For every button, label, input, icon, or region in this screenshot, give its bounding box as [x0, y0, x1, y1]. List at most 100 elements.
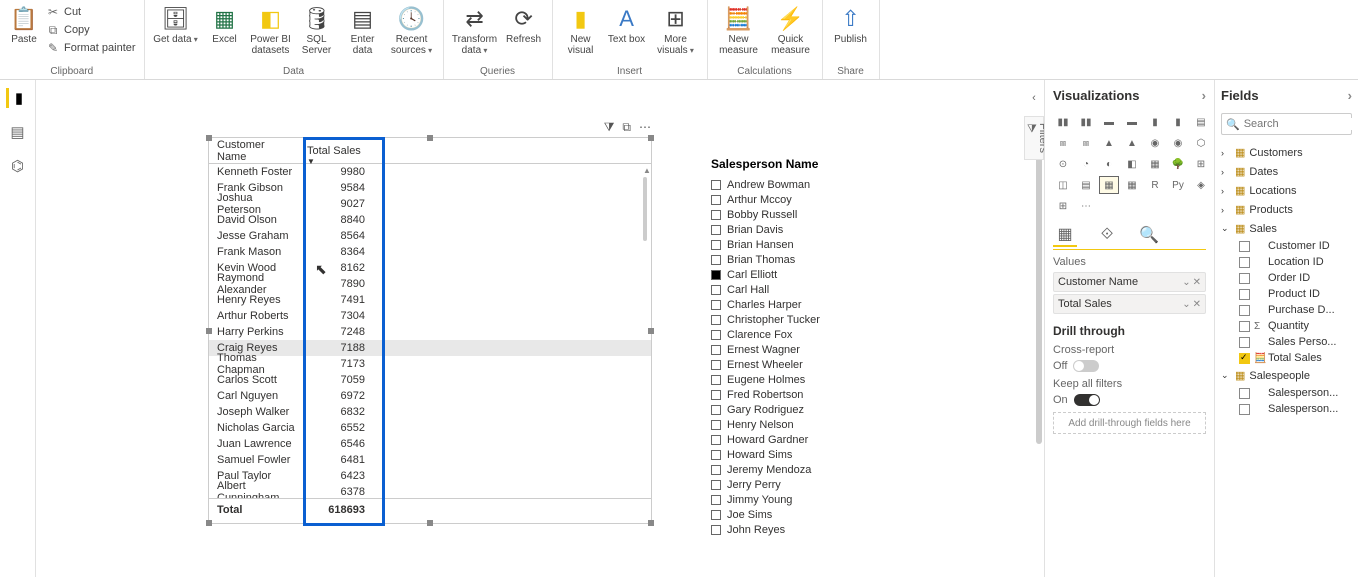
- field-node[interactable]: 🧮Total Sales: [1221, 350, 1352, 366]
- resize-handle[interactable]: [648, 520, 654, 526]
- viz-type-icon[interactable]: ▦: [1145, 155, 1165, 173]
- search-input[interactable]: [1244, 118, 1358, 130]
- viz-type-icon[interactable]: ⊙: [1053, 155, 1073, 173]
- viz-type-icon[interactable]: ▦: [1099, 176, 1119, 194]
- format-painter-button[interactable]: ✎Format painter: [44, 40, 138, 56]
- slicer-item[interactable]: Carl Hall: [711, 282, 911, 297]
- slicer-item[interactable]: Jerry Perry: [711, 477, 911, 492]
- checkbox-icon[interactable]: [711, 525, 721, 535]
- field-node[interactable]: Product ID: [1221, 286, 1352, 302]
- format-tab-icon[interactable]: ⟐: [1095, 223, 1119, 247]
- checkbox-icon[interactable]: [711, 435, 721, 445]
- copy-button[interactable]: ⧉Copy: [44, 22, 138, 38]
- viz-type-icon[interactable]: ◈: [1191, 176, 1211, 194]
- text-box-button[interactable]: AText box: [605, 2, 649, 47]
- slicer-item[interactable]: Charles Harper: [711, 297, 911, 312]
- scrollbar[interactable]: ▲: [643, 166, 649, 499]
- slicer-item[interactable]: Ernest Wagner: [711, 342, 911, 357]
- checkbox-icon[interactable]: [711, 285, 721, 295]
- resize-handle[interactable]: [427, 520, 433, 526]
- quick-measure-button[interactable]: ⚡Quick measure: [766, 2, 816, 58]
- table-node[interactable]: ›▦Dates: [1221, 162, 1352, 181]
- model-view-icon[interactable]: ⌬: [8, 156, 28, 176]
- viz-type-icon[interactable]: ▬: [1122, 113, 1142, 131]
- field-checkbox[interactable]: [1239, 305, 1250, 316]
- table-row[interactable]: Albert Cunningham6378: [209, 484, 651, 498]
- table-node[interactable]: ⌄▦Salespeople: [1221, 366, 1352, 385]
- more-visuals-button[interactable]: ⊞More visuals ▾: [651, 2, 701, 58]
- more-options-icon[interactable]: ⋯: [639, 120, 651, 135]
- drill-through-dropzone[interactable]: Add drill-through fields here: [1053, 412, 1206, 434]
- checkbox-icon[interactable]: [711, 315, 721, 325]
- checkbox-icon[interactable]: [711, 390, 721, 400]
- remove-icon[interactable]: ✕: [1193, 277, 1201, 288]
- checkbox-icon[interactable]: [711, 195, 721, 205]
- slicer-item[interactable]: Carl Elliott: [711, 267, 911, 282]
- checkbox-icon[interactable]: [711, 510, 721, 520]
- sql-button[interactable]: 🛢SQL Server: [295, 2, 339, 58]
- field-node[interactable]: Sales Perso...: [1221, 334, 1352, 350]
- table-row[interactable]: Carl Nguyen6972: [209, 388, 651, 404]
- field-node[interactable]: Salesperson...: [1221, 385, 1352, 401]
- viz-type-icon[interactable]: R: [1145, 176, 1165, 194]
- table-row[interactable]: Juan Lawrence6546: [209, 436, 651, 452]
- report-canvas[interactable]: ⧩ ⧉ ⋯ Customer Name Total Sales▼ Kenneth…: [36, 80, 1044, 577]
- field-checkbox[interactable]: [1239, 353, 1250, 364]
- table-row[interactable]: Kenneth Foster9980: [209, 164, 651, 180]
- checkbox-icon[interactable]: [711, 210, 721, 220]
- field-checkbox[interactable]: [1239, 404, 1250, 415]
- viz-type-icon[interactable]: ▮▮: [1076, 113, 1096, 131]
- field-node[interactable]: Salesperson...: [1221, 401, 1352, 417]
- field-checkbox[interactable]: [1239, 321, 1250, 332]
- slicer-item[interactable]: Eugene Holmes: [711, 372, 911, 387]
- report-view-icon[interactable]: ▮: [6, 88, 26, 108]
- table-visual[interactable]: ⧩ ⧉ ⋯ Customer Name Total Sales▼ Kenneth…: [208, 137, 652, 524]
- field-well-total-sales[interactable]: Total Sales⌄✕: [1053, 294, 1206, 314]
- viz-type-icon[interactable]: Py: [1168, 176, 1188, 194]
- slicer-item[interactable]: Clarence Fox: [711, 327, 911, 342]
- chevron-right-icon[interactable]: ›: [1202, 88, 1206, 103]
- table-row[interactable]: Arthur Roberts7304: [209, 308, 651, 324]
- field-well-customer[interactable]: Customer Name⌄✕: [1053, 272, 1206, 292]
- viz-type-icon[interactable]: ▬: [1099, 113, 1119, 131]
- slicer-item[interactable]: Joe Sims: [711, 507, 911, 522]
- slicer-item[interactable]: Jeremy Mendoza: [711, 462, 911, 477]
- checkbox-icon[interactable]: [711, 375, 721, 385]
- analytics-tab-icon[interactable]: 🔍: [1137, 223, 1161, 247]
- resize-handle[interactable]: [206, 520, 212, 526]
- table-node[interactable]: ›▦Customers: [1221, 143, 1352, 162]
- pbi-datasets-button[interactable]: ◧Power BI datasets: [249, 2, 293, 58]
- slicer-item[interactable]: Jimmy Young: [711, 492, 911, 507]
- checkbox-icon[interactable]: [711, 495, 721, 505]
- field-checkbox[interactable]: [1239, 257, 1250, 268]
- cut-button[interactable]: ✂Cut: [44, 4, 138, 20]
- viz-type-icon[interactable]: ▦: [1122, 176, 1142, 194]
- table-row[interactable]: Henry Reyes7491: [209, 292, 651, 308]
- checkbox-icon[interactable]: [711, 480, 721, 490]
- table-row[interactable]: Samuel Fowler6481: [209, 452, 651, 468]
- excel-button[interactable]: ▦Excel: [203, 2, 247, 47]
- slicer-item[interactable]: Howard Gardner: [711, 432, 911, 447]
- publish-button[interactable]: ⇧Publish: [829, 2, 873, 47]
- viz-type-icon[interactable]: ⬡: [1191, 134, 1211, 152]
- remove-icon[interactable]: ✕: [1193, 299, 1201, 310]
- field-node[interactable]: Location ID: [1221, 254, 1352, 270]
- field-checkbox[interactable]: [1239, 273, 1250, 284]
- checkbox-icon[interactable]: [711, 270, 721, 280]
- viz-type-icon[interactable]: ▮▮: [1053, 113, 1073, 131]
- slicer-item[interactable]: Howard Sims: [711, 447, 911, 462]
- viz-type-icon[interactable]: ◧: [1122, 155, 1142, 173]
- viz-type-icon[interactable]: ▮: [1145, 113, 1165, 131]
- viz-type-icon[interactable]: ⩎: [1076, 134, 1096, 152]
- table-node[interactable]: ›▦Locations: [1221, 181, 1352, 200]
- resize-handle[interactable]: [206, 328, 212, 334]
- chevron-down-icon[interactable]: ⌄: [1182, 299, 1190, 310]
- fields-search[interactable]: 🔍: [1221, 113, 1352, 135]
- table-row[interactable]: David Olson8840: [209, 212, 651, 228]
- slicer-item[interactable]: Brian Thomas: [711, 252, 911, 267]
- collapse-panes-button[interactable]: ‹: [1024, 88, 1044, 108]
- field-node[interactable]: ΣQuantity: [1221, 318, 1352, 334]
- viz-type-icon[interactable]: ◉: [1145, 134, 1165, 152]
- data-view-icon[interactable]: ▤: [8, 122, 28, 142]
- checkbox-icon[interactable]: [711, 255, 721, 265]
